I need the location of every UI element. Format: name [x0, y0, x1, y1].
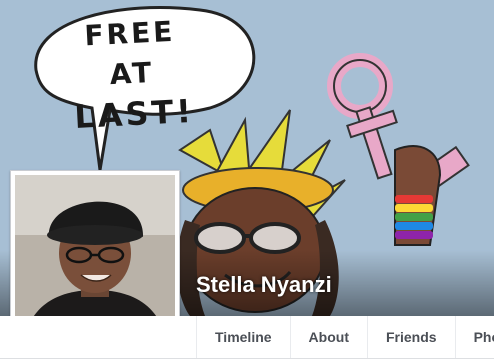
profile-name[interactable]: Stella Nyanzi	[196, 272, 332, 298]
speech-line-1: FREE AT	[83, 14, 177, 92]
speech-line-2: LAST!	[73, 91, 195, 137]
speech-bubble-text: FREE AT LAST!	[59, 10, 205, 137]
tab-photos[interactable]: Pho	[454, 316, 494, 358]
tab-timeline[interactable]: Timeline	[196, 316, 290, 358]
profile-picture	[15, 175, 175, 335]
profile-tab-bar: Timeline About Friends Pho	[0, 316, 494, 359]
profile-picture-frame[interactable]	[10, 170, 180, 340]
tab-friends[interactable]: Friends	[366, 316, 455, 358]
tab-about[interactable]: About	[289, 316, 367, 358]
